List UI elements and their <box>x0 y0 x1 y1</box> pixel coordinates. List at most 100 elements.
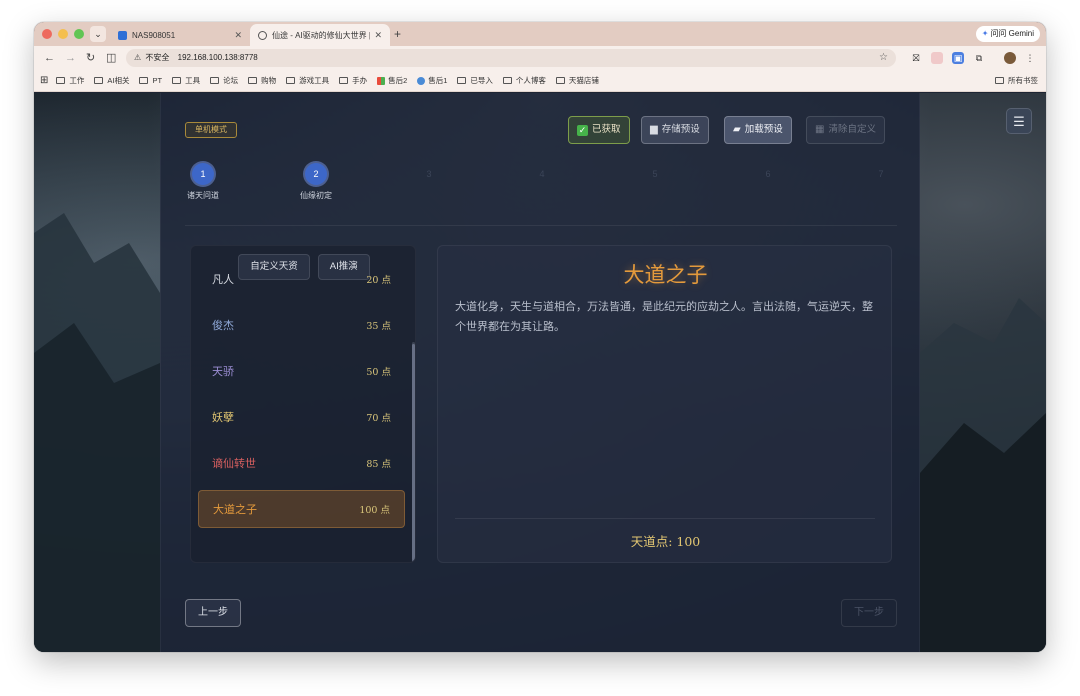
bookmark-label: 个人博客 <box>515 76 546 85</box>
folder-icon <box>555 77 565 84</box>
folder-icon <box>210 77 220 84</box>
step-6: 6 <box>738 163 798 190</box>
talent-description: 大道化身，天生与道相合，万法皆通，是此纪元的应劫之人。言出法随，气运逆天，整个世… <box>455 300 873 333</box>
close-tab-icon[interactable]: ✕ <box>374 30 382 41</box>
bookmark-label: AI相关 <box>107 76 130 85</box>
globe-favicon-icon <box>258 30 267 40</box>
bookmarks-bar: ⊞ 工作 AI相关 PT 工具 论坛 购物 游戏工具 手办 售后2 售后1 已导… <box>34 70 1046 92</box>
bookmark-star-icon[interactable]: ☆ <box>879 49 888 67</box>
heaven-points: 天道点: 100 <box>630 534 701 549</box>
acquired-label: 已获取 <box>592 124 621 135</box>
extension-icon[interactable]: ▣ <box>952 52 964 64</box>
talent-item[interactable]: 天骄 50 点 <box>198 352 405 390</box>
step-2[interactable]: 2 仙缘初定 <box>286 163 346 201</box>
close-tab-icon[interactable]: ✕ <box>234 30 242 41</box>
previous-step-button[interactable]: 上一步 <box>185 599 241 627</box>
window-controls <box>42 29 84 39</box>
step-number: 7 <box>878 169 884 179</box>
bookmark-folder[interactable]: AI相关 <box>94 75 129 86</box>
bookmark-folder[interactable]: 购物 <box>248 75 276 86</box>
maximize-window-button[interactable] <box>74 29 84 39</box>
step-number: 3 <box>426 169 432 179</box>
address-bar-row: ← → ↻ ◫ ⚠ 不安全 192.168.100.138:8778 ☆ ⛝ ▣… <box>34 46 1046 70</box>
step-indicator: 1 诸天问道 2 仙缘初定 3 4 5 6 7 <box>173 163 909 203</box>
clear-custom-label: 清除自定义 <box>828 124 876 135</box>
more-menu-icon[interactable]: ⋮ <box>1024 52 1036 64</box>
talent-name: 谪仙转世 <box>212 457 256 470</box>
page-content: ☰ 单机模式 ✓ 已获取 ▆ 存储预设 ▰ 加载预设 ▦ 清除自定义 1 诸天问… <box>34 93 1046 652</box>
bookmark-label: 售后1 <box>428 76 448 85</box>
bookmark-link[interactable]: 售后2 <box>377 75 407 86</box>
bookmark-folder[interactable]: 游戏工具 <box>286 75 329 86</box>
close-window-button[interactable] <box>42 29 52 39</box>
reload-icon[interactable]: ↻ <box>86 51 95 65</box>
step-5: 5 <box>625 163 685 190</box>
talent-item[interactable]: 妖孽 70 点 <box>198 398 405 436</box>
trash-icon: ▦ <box>815 124 825 135</box>
hamburger-menu-icon[interactable]: ☰ <box>1006 108 1032 134</box>
bookmark-folder[interactable]: 手办 <box>339 75 367 86</box>
folder-icon <box>56 77 66 84</box>
bookmark-label: 售后2 <box>388 76 408 85</box>
floppy-disk-icon: ▆ <box>650 124 658 135</box>
all-bookmarks-button[interactable]: 所有书签 <box>995 75 1038 86</box>
bookmark-folder[interactable]: 天猫店铺 <box>555 75 599 86</box>
bookmark-label: 工具 <box>185 76 201 85</box>
bookmark-folder[interactable]: 个人博客 <box>502 75 546 86</box>
acquired-button[interactable]: ✓ 已获取 <box>568 116 630 144</box>
tab-search-icon[interactable]: ⌄ <box>90 26 106 42</box>
next-step-button[interactable]: 下一步 <box>841 599 897 627</box>
load-preset-button[interactable]: ▰ 加载预设 <box>724 116 792 144</box>
forward-arrow-icon[interactable]: → <box>65 51 76 65</box>
ask-gemini-button[interactable]: ✦ 问问 Gemini <box>975 26 1040 42</box>
security-warning: 不安全 <box>145 53 170 62</box>
bookmark-label: 游戏工具 <box>299 76 330 85</box>
talent-item[interactable]: 大道之子 100 点 <box>198 490 405 528</box>
save-preset-button[interactable]: ▆ 存储预设 <box>641 116 709 144</box>
bookmark-label: 论坛 <box>223 76 239 85</box>
clear-custom-button[interactable]: ▦ 清除自定义 <box>806 116 885 144</box>
talent-item[interactable]: 俊杰 35 点 <box>198 306 405 344</box>
step-7: 7 <box>851 163 911 190</box>
browser-window: ⌄ NAS908051 ✕ 仙途 - AI驱动的修仙大世界 | AI ✕ + ✦… <box>34 22 1046 652</box>
tab-title: 仙途 - AI驱动的修仙大世界 | AI <box>272 30 371 40</box>
step-1[interactable]: 1 诸天问道 <box>173 163 233 201</box>
talent-points: 35 点 <box>366 321 391 332</box>
extension-icon[interactable]: ⛝ <box>910 52 922 64</box>
extensions-puzzle-icon[interactable]: ⧉ <box>973 52 985 64</box>
browser-tab-xiantu[interactable]: 仙途 - AI驱动的修仙大世界 | AI ✕ <box>250 24 390 46</box>
step-number: 2 <box>305 163 327 185</box>
bookmark-folder[interactable]: PT <box>139 76 162 85</box>
step-number: 5 <box>652 169 658 179</box>
folder-open-icon: ▰ <box>733 124 741 135</box>
folder-icon <box>248 77 258 84</box>
talent-item[interactable]: 谪仙转世 85 点 <box>198 444 405 482</box>
url-bar[interactable]: ⚠ 不安全 192.168.100.138:8778 ☆ <box>126 49 896 67</box>
folder-icon <box>502 77 512 84</box>
minimize-window-button[interactable] <box>58 29 68 39</box>
talent-points: 85 点 <box>366 459 391 470</box>
bookmark-link[interactable]: 售后1 <box>417 75 447 86</box>
sidebar-icon[interactable]: ◫ <box>106 51 116 65</box>
bookmark-folder[interactable]: 工具 <box>172 75 200 86</box>
mode-badge: 单机模式 <box>185 122 237 138</box>
divider <box>185 225 897 226</box>
talent-item[interactable]: 凡人 20 点 <box>198 260 405 298</box>
browser-tab-nas[interactable]: NAS908051 ✕ <box>110 24 250 46</box>
warning-icon: ⚠ <box>134 53 142 62</box>
extension-icon[interactable] <box>931 52 943 64</box>
profile-avatar[interactable] <box>1004 52 1016 64</box>
gemini-label: 问问 Gemini <box>990 29 1034 38</box>
check-icon: ✓ <box>577 124 588 136</box>
talent-name: 大道之子 <box>213 503 257 516</box>
scrollbar-thumb[interactable] <box>412 344 415 562</box>
folder-icon <box>339 77 349 84</box>
load-preset-label: 加载预设 <box>744 124 783 135</box>
bookmark-folder[interactable]: 工作 <box>56 75 84 86</box>
talent-name: 天骄 <box>212 365 234 378</box>
new-tab-button[interactable]: + <box>394 26 401 42</box>
apps-grid-icon[interactable]: ⊞ <box>40 75 48 86</box>
bookmark-folder[interactable]: 论坛 <box>210 75 238 86</box>
back-arrow-icon[interactable]: ← <box>44 51 55 65</box>
bookmark-folder[interactable]: 已导入 <box>457 75 493 86</box>
